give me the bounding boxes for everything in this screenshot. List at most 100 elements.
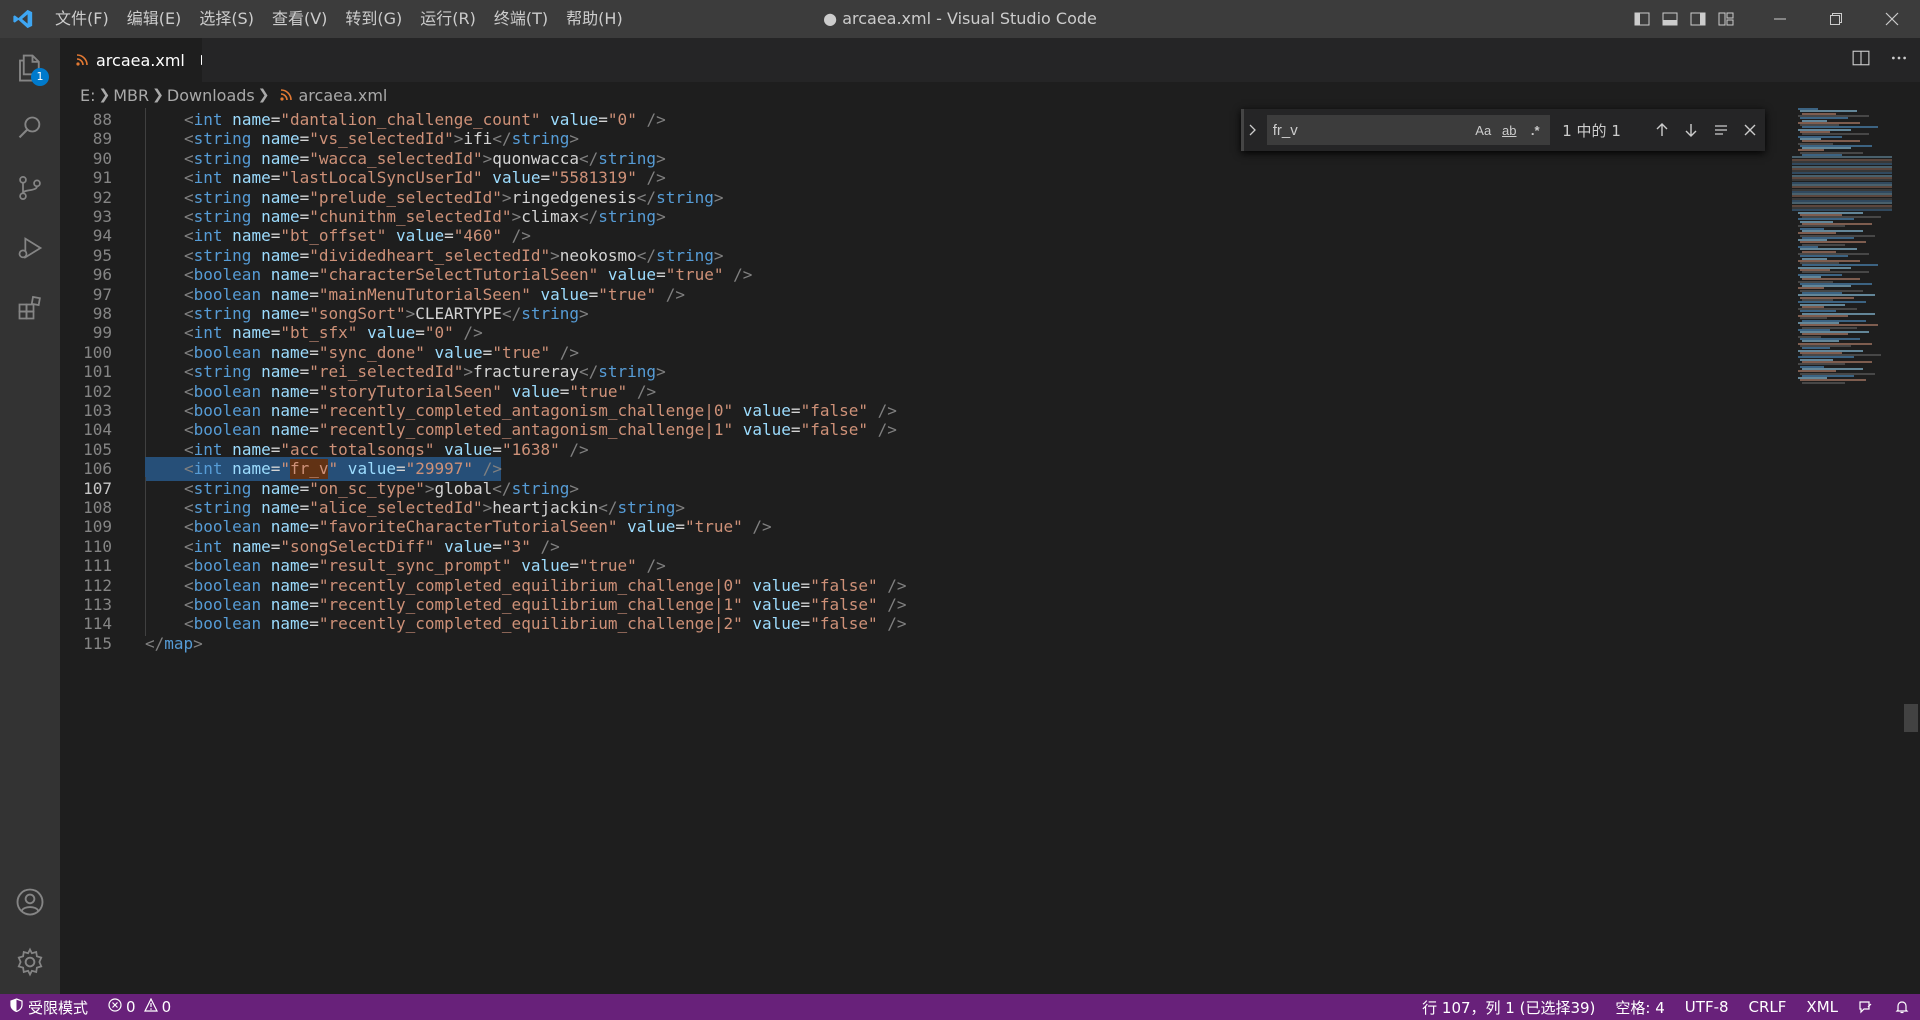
language-mode[interactable]: XML — [1796, 994, 1848, 1020]
account-icon[interactable] — [0, 872, 60, 932]
search-icon[interactable] — [0, 98, 60, 158]
quote: " — [280, 439, 290, 459]
close-window-button[interactable] — [1864, 0, 1920, 38]
element-text: climax — [521, 207, 579, 226]
gear-icon[interactable] — [0, 932, 60, 992]
breadcrumb-item[interactable]: MBR — [113, 86, 149, 105]
tag-bracket: > — [453, 129, 464, 149]
close-icon[interactable] — [1735, 115, 1765, 145]
code-line[interactable]: 115 </map> — [60, 632, 1800, 656]
split-editor-icon[interactable] — [1852, 49, 1870, 71]
vertical-scrollbar[interactable] — [1904, 108, 1918, 994]
tag-bracket: < — [184, 556, 194, 576]
unsaved-dot-icon[interactable] — [200, 55, 202, 65]
quote: " — [473, 168, 483, 188]
toggle-secondary-sidebar-icon[interactable] — [1684, 0, 1712, 38]
quote: " — [723, 401, 734, 420]
problems-indicator[interactable]: 0 0 — [98, 994, 181, 1020]
menu-item[interactable]: 帮助(H) — [557, 0, 632, 38]
find-input[interactable] — [1272, 121, 1463, 139]
attribute-value: 5581319 — [559, 168, 628, 188]
equals: = — [800, 614, 811, 634]
tag-bracket: </ — [636, 187, 657, 207]
source-control-icon[interactable] — [0, 158, 60, 218]
quote: " — [415, 478, 425, 498]
tag-bracket: < — [184, 517, 194, 537]
restore-button[interactable] — [1808, 0, 1864, 38]
match-case-button[interactable]: Aa — [1472, 119, 1494, 141]
attribute-value: vs_selectedId — [318, 129, 445, 149]
tab-arcaea-xml[interactable]: arcaea.xml — [60, 38, 202, 82]
end-of-line[interactable]: CRLF — [1739, 994, 1797, 1020]
run-debug-icon[interactable] — [0, 218, 60, 278]
quote: " — [607, 110, 618, 129]
cursor-position[interactable]: 行 107，列 1 (已选择39) — [1412, 994, 1605, 1020]
menu-item[interactable]: 转到(G) — [336, 0, 411, 38]
element-text: ifi — [463, 129, 493, 149]
attribute-name: name — [222, 536, 271, 556]
minimap-line — [1802, 381, 1845, 384]
menu-item[interactable]: 终端(T) — [485, 0, 557, 38]
minimize-button[interactable] — [1752, 0, 1808, 38]
menu-item[interactable]: 文件(F) — [46, 0, 118, 38]
equals: = — [309, 556, 319, 576]
next-match-icon[interactable] — [1676, 115, 1706, 145]
more-icon[interactable] — [1890, 49, 1908, 71]
attribute-name: name — [261, 342, 310, 362]
toggle-replace-chevron-icon[interactable] — [1241, 109, 1263, 151]
whole-word-button[interactable]: ab — [1498, 119, 1520, 141]
menu-item[interactable]: 编辑(E) — [118, 0, 191, 38]
tag-bracket: < — [184, 284, 194, 304]
feedback-icon[interactable] — [1848, 994, 1884, 1020]
quote: " — [684, 517, 695, 537]
extensions-icon[interactable] — [0, 278, 60, 338]
quote: " — [318, 614, 329, 634]
scrollbar-thumb[interactable] — [1904, 704, 1918, 732]
quote: " — [309, 362, 319, 382]
regex-button[interactable]: .* — [1524, 119, 1546, 141]
attribute-value: recently_completed_equilibrium_challenge… — [328, 575, 734, 595]
tag-name: boolean — [193, 556, 262, 576]
previous-match-icon[interactable] — [1647, 115, 1677, 145]
quote: " — [868, 614, 878, 634]
quote: " — [733, 595, 743, 614]
tag-name: string — [511, 478, 570, 498]
tag-bracket: /> — [868, 401, 897, 420]
equals: = — [675, 517, 685, 537]
minimap[interactable] — [1790, 108, 1900, 994]
tag-bracket: < — [184, 323, 194, 343]
indentation[interactable]: 空格: 4 — [1605, 994, 1674, 1020]
tag-bracket: > — [511, 207, 522, 226]
tag-bracket: > — [482, 498, 493, 517]
attribute-value: recently_completed_antagonism_challenge|… — [328, 401, 724, 420]
find-in-selection-icon[interactable] — [1706, 115, 1736, 145]
toggle-primary-sidebar-icon[interactable] — [1628, 0, 1656, 38]
quote: " — [868, 575, 878, 595]
menu-item[interactable]: 选择(S) — [190, 0, 263, 38]
attribute-value: storyTutorialSeen — [328, 381, 493, 401]
attribute-value: wacca_selectedId — [318, 148, 474, 168]
status-bar: 受限模式 0 0 行 107，列 1 (已选择39) 空格: 4 UTF-8 C… — [0, 994, 1920, 1020]
encoding[interactable]: UTF-8 — [1675, 994, 1739, 1020]
breadcrumb-item[interactable]: arcaea.xml — [298, 86, 387, 105]
breadcrumb-item[interactable]: E: — [80, 86, 96, 105]
attribute-name: name — [261, 420, 310, 440]
files-icon[interactable]: 1 — [0, 38, 60, 98]
restricted-mode-indicator[interactable]: 受限模式 — [0, 994, 99, 1020]
bell-icon[interactable] — [1884, 994, 1920, 1020]
tag-bracket: > — [713, 245, 724, 265]
menu-item[interactable]: 查看(V) — [263, 0, 336, 38]
tag-bracket: < — [184, 168, 194, 188]
tag-name: int — [193, 439, 223, 459]
code-editor[interactable]: 88 <int name="dantalion_challenge_count" … — [60, 108, 1920, 994]
equals: = — [415, 323, 425, 343]
customize-layout-icon[interactable] — [1712, 0, 1740, 38]
tag-bracket: > — [579, 304, 589, 323]
equals: = — [559, 381, 570, 401]
tag-bracket: < — [184, 575, 194, 595]
menu-item[interactable]: 运行(R) — [411, 0, 485, 38]
attribute-name: name — [261, 517, 310, 537]
quote: " — [579, 556, 589, 576]
breadcrumb-item[interactable]: Downloads — [167, 86, 255, 105]
toggle-panel-icon[interactable] — [1656, 0, 1684, 38]
